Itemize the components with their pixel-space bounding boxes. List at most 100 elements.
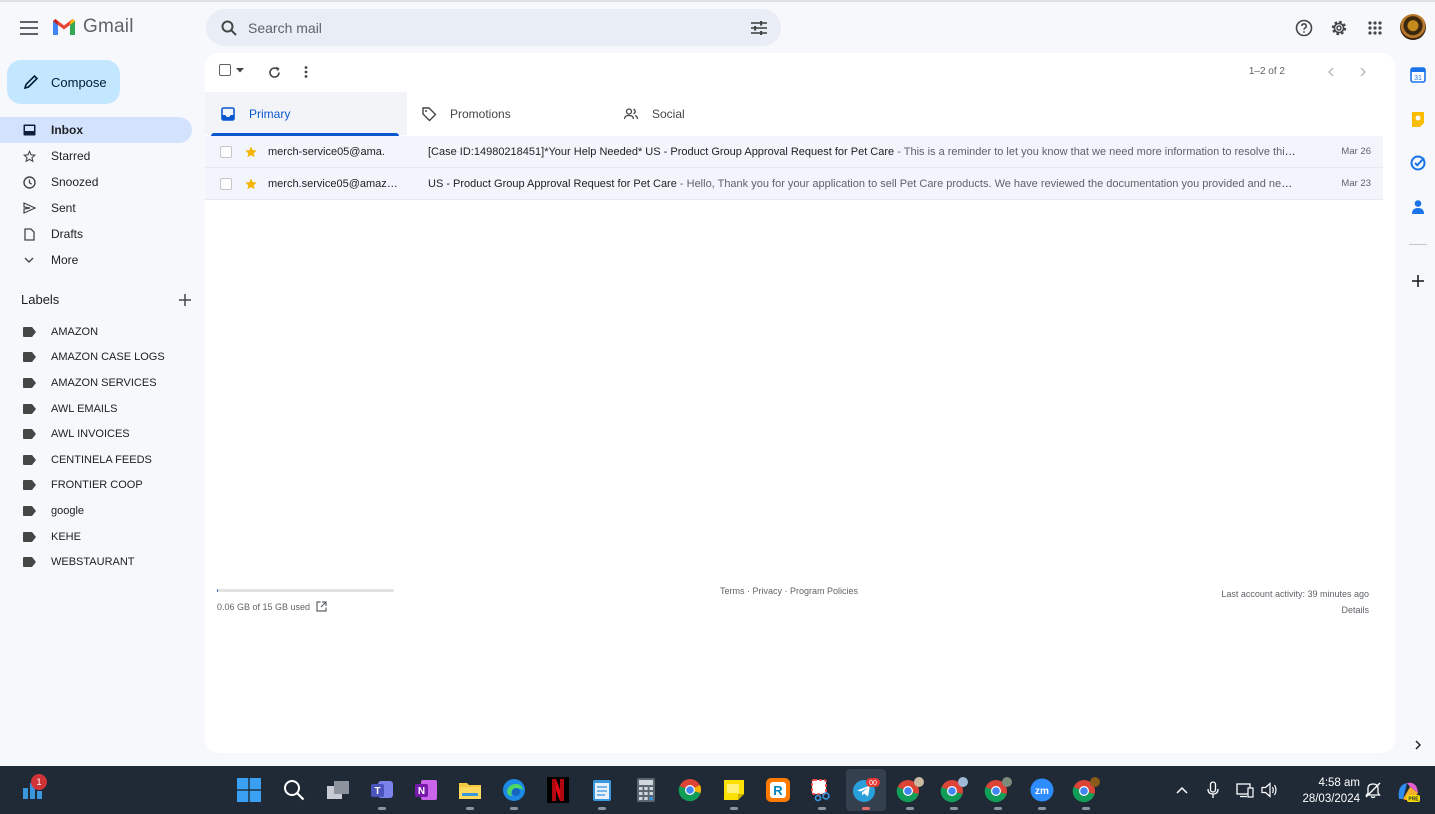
search-options-icon[interactable] bbox=[741, 10, 777, 46]
label-item[interactable]: AWL INVOICES bbox=[0, 421, 192, 447]
telegram-icon[interactable]: 00 bbox=[851, 775, 881, 810]
refresh-icon[interactable] bbox=[265, 63, 283, 81]
inbox-icon bbox=[22, 123, 36, 137]
widgets-notification-badge: 1 bbox=[31, 774, 47, 790]
file-explorer-icon[interactable] bbox=[455, 775, 485, 810]
label-name: AMAZON SERVICES bbox=[51, 376, 157, 389]
settings-gear-icon[interactable] bbox=[1326, 14, 1352, 42]
select-all-checkbox[interactable] bbox=[219, 64, 244, 76]
get-add-ons-plus-icon[interactable] bbox=[1410, 273, 1426, 289]
storage-usage-text: 0.06 GB of 15 GB used bbox=[217, 601, 311, 612]
older-page-chevron-right-icon[interactable] bbox=[1355, 64, 1371, 80]
chrome-profile-3-icon[interactable] bbox=[983, 775, 1013, 810]
task-view-icon[interactable] bbox=[323, 775, 353, 805]
starred-icon[interactable] bbox=[244, 145, 258, 159]
sidebar-item-label: Drafts bbox=[51, 227, 84, 241]
label-item[interactable]: AMAZON SERVICES bbox=[0, 370, 192, 396]
label-tag-icon bbox=[23, 352, 36, 363]
select-dropdown-icon[interactable] bbox=[236, 67, 244, 73]
label-name: AMAZON CASE LOGS bbox=[51, 351, 165, 364]
calculator-icon[interactable] bbox=[631, 775, 661, 805]
snipping-tool-icon[interactable] bbox=[807, 775, 837, 810]
onenote-icon[interactable]: N bbox=[411, 775, 441, 805]
sidebar-item-inbox[interactable]: Inbox bbox=[0, 117, 192, 143]
email-row[interactable]: merch-service05@ama. [Case ID:1498021845… bbox=[205, 136, 1383, 168]
notifications-bell-icon[interactable] bbox=[1364, 781, 1382, 799]
sidebar-item-more[interactable]: More bbox=[0, 247, 192, 273]
label-item[interactable]: AMAZON CASE LOGS bbox=[0, 345, 192, 371]
last-activity-text: Last account activity: 39 minutes ago bbox=[1221, 589, 1369, 599]
calendar-icon[interactable]: 31 bbox=[1405, 62, 1431, 88]
help-icon[interactable] bbox=[1291, 14, 1317, 42]
label-item[interactable]: FRONTIER COOP bbox=[0, 473, 192, 499]
zoom-icon[interactable]: zm bbox=[1027, 775, 1057, 810]
teams-icon[interactable]: T bbox=[367, 775, 397, 810]
side-apps-panel: 31 bbox=[1405, 62, 1431, 238]
search-bar[interactable] bbox=[206, 9, 781, 46]
account-avatar[interactable] bbox=[1400, 14, 1426, 40]
windows-start-icon[interactable] bbox=[234, 775, 264, 805]
network-icon[interactable] bbox=[1236, 781, 1254, 799]
chrome-profile-1-icon[interactable] bbox=[895, 775, 925, 810]
label-item[interactable]: KEHE bbox=[0, 524, 192, 550]
inbox-icon bbox=[221, 106, 235, 121]
netflix-icon[interactable] bbox=[543, 775, 573, 805]
running-indicator bbox=[466, 807, 474, 810]
tab-social[interactable]: Social bbox=[623, 92, 685, 135]
sidebar-item-snoozed[interactable]: Snoozed bbox=[0, 169, 192, 195]
footer-policy-links[interactable]: Terms · Privacy · Program Policies bbox=[720, 586, 858, 596]
svg-text:T: T bbox=[374, 786, 380, 797]
label-item[interactable]: AWL EMAILS bbox=[0, 396, 192, 422]
tab-primary[interactable]: Primary bbox=[205, 92, 407, 136]
show-side-panel-chevron-icon[interactable] bbox=[1410, 737, 1426, 753]
search-input[interactable] bbox=[248, 12, 741, 43]
email-snippet: - This is a reminder to let you know tha… bbox=[894, 145, 1298, 158]
details-link[interactable]: Details bbox=[1221, 602, 1369, 618]
checkbox[interactable] bbox=[219, 64, 231, 76]
email-checkbox[interactable] bbox=[220, 177, 232, 190]
show-hidden-icons-chevron-up-icon[interactable] bbox=[1174, 781, 1190, 799]
tasks-icon[interactable] bbox=[1405, 150, 1431, 176]
send-icon bbox=[22, 201, 36, 215]
star-icon bbox=[22, 149, 36, 163]
open-in-new-icon[interactable] bbox=[316, 601, 327, 612]
sidebar-item-sent[interactable]: Sent bbox=[0, 195, 192, 221]
main-menu-button[interactable] bbox=[16, 15, 42, 41]
label-tag-icon bbox=[23, 429, 36, 440]
chrome-icon[interactable] bbox=[675, 775, 705, 805]
email-row[interactable]: merch.service05@amaz… US - Product Group… bbox=[205, 168, 1383, 200]
sticky-notes-icon[interactable] bbox=[719, 775, 749, 810]
running-indicator bbox=[1082, 807, 1090, 810]
label-item[interactable]: CENTINELA FEEDS bbox=[0, 447, 192, 473]
label-item[interactable]: WEBSTAURANT bbox=[0, 549, 192, 575]
taskbar-search-icon[interactable] bbox=[279, 775, 309, 805]
keep-icon[interactable] bbox=[1405, 106, 1431, 132]
sidebar-item-starred[interactable]: Starred bbox=[0, 143, 192, 169]
search-icon[interactable] bbox=[210, 9, 248, 46]
more-options-vertical-icon[interactable] bbox=[297, 63, 315, 81]
volume-icon[interactable] bbox=[1261, 781, 1279, 799]
chrome-profile-4-icon[interactable] bbox=[1071, 775, 1101, 810]
gmail-logo[interactable]: Gmail bbox=[51, 16, 134, 38]
copilot-icon[interactable]: PRE bbox=[1394, 778, 1422, 806]
chrome-profile-2-icon[interactable] bbox=[939, 775, 969, 810]
notepad-icon[interactable] bbox=[587, 775, 617, 810]
microphone-icon[interactable] bbox=[1205, 781, 1221, 799]
system-clock[interactable]: 4:58 am 28/03/2024 bbox=[1290, 775, 1360, 807]
edge-browser-icon[interactable] bbox=[499, 775, 529, 810]
compose-button[interactable]: Compose bbox=[7, 60, 120, 104]
ringcentral-icon[interactable]: R bbox=[763, 775, 793, 805]
chevron-down-icon bbox=[22, 253, 36, 267]
label-item[interactable]: google bbox=[0, 498, 192, 524]
labels-list: AMAZON AMAZON CASE LOGS AMAZON SERVICES … bbox=[0, 319, 192, 575]
create-label-plus-icon[interactable] bbox=[179, 293, 191, 306]
tab-promotions[interactable]: Promotions bbox=[421, 92, 511, 135]
sidebar-item-drafts[interactable]: Drafts bbox=[0, 221, 192, 247]
label-item[interactable]: AMAZON bbox=[0, 319, 192, 345]
google-apps-grid-icon[interactable] bbox=[1362, 14, 1388, 42]
starred-icon[interactable] bbox=[244, 177, 258, 191]
contacts-icon[interactable] bbox=[1405, 194, 1431, 220]
labels-title: Labels bbox=[21, 292, 60, 307]
newer-page-chevron-left-icon[interactable] bbox=[1323, 64, 1339, 80]
email-checkbox[interactable] bbox=[220, 145, 232, 158]
